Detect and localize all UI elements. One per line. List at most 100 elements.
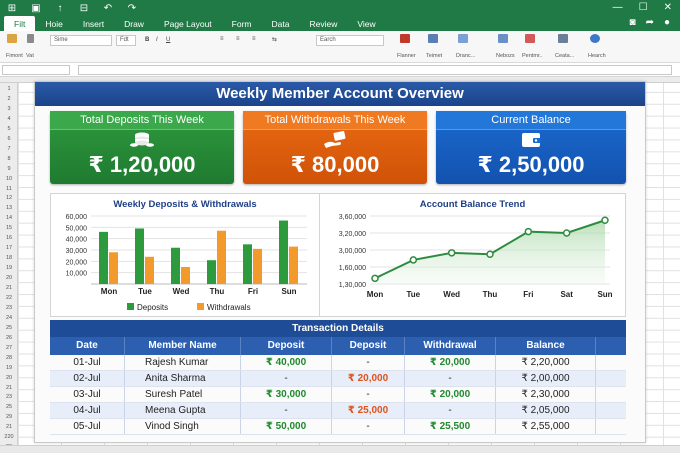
row-number[interactable]: 16 — [0, 235, 18, 241]
undo-icon[interactable]: ↶ — [102, 3, 114, 14]
cell-name[interactable]: Suresh Patel — [125, 387, 241, 402]
row-number[interactable]: 20 — [0, 275, 18, 281]
tab-filt[interactable]: Filt — [4, 16, 36, 31]
align-left-icon[interactable]: ≡ — [220, 36, 224, 42]
cell-name[interactable]: Meena Gupta — [125, 403, 241, 418]
table-row[interactable]: 03-Jul Suresh Patel ₹ 30,000- ₹ 20,000 ₹ 2,3… — [50, 387, 626, 403]
tab-page-layout[interactable]: Page Layout — [154, 16, 222, 31]
table-format-icon[interactable] — [428, 34, 438, 45]
insert-cells-icon[interactable] — [498, 34, 508, 45]
row-number[interactable]: 3 — [0, 106, 18, 112]
row-number[interactable]: 15 — [0, 225, 18, 231]
row-number[interactable]: 21 — [0, 285, 18, 291]
row-number[interactable]: 2 — [0, 96, 18, 102]
row-number[interactable]: 12 — [0, 195, 18, 201]
cell-withdrawal[interactable]: - — [405, 371, 496, 386]
row-number[interactable]: 23 — [0, 305, 18, 311]
row-number[interactable]: 25 — [0, 404, 18, 410]
close-icon[interactable]: ✕ — [664, 2, 672, 13]
header-deposit-2[interactable]: Deposit — [332, 337, 405, 355]
format-painter-icon[interactable] — [27, 34, 34, 45]
underline-icon[interactable]: U — [166, 37, 170, 43]
cell-empty[interactable] — [596, 419, 626, 434]
cell-date[interactable]: 05-Jul — [50, 419, 125, 434]
cell-name[interactable]: Vinod Singh — [125, 419, 241, 434]
row-number[interactable]: 8 — [0, 156, 18, 162]
row-number[interactable]: 6 — [0, 136, 18, 142]
table-row[interactable]: 05-Jul Vinod Singh ₹ 50,000- ₹ 25,500 ₹ 2,55… — [50, 419, 626, 435]
tab-form[interactable]: Form — [222, 16, 262, 31]
grid-icon[interactable]: ⊟ — [78, 3, 90, 14]
table-row[interactable]: 02-Jul Anita Sharma - ₹ 20,000- ₹ 2,00,000 — [50, 371, 626, 387]
cell-balance[interactable]: ₹ 2,55,000 — [496, 419, 596, 434]
cell-deposit2[interactable]: - — [332, 387, 405, 402]
header-deposit[interactable]: Deposit — [241, 337, 332, 355]
cell-deposit[interactable]: - — [241, 403, 332, 418]
cell-deposit[interactable]: ₹ 50,000 — [241, 419, 332, 434]
maximize-icon[interactable]: ☐ — [639, 2, 648, 13]
row-number[interactable]: 21 — [0, 424, 18, 430]
format-cells-icon[interactable] — [558, 34, 568, 45]
row-number[interactable]: 27 — [0, 345, 18, 351]
formula-input[interactable] — [78, 65, 672, 75]
row-number[interactable]: 20 — [0, 375, 18, 381]
paste-icon[interactable] — [7, 34, 17, 45]
row-number[interactable]: 5 — [0, 126, 18, 132]
comments-icon[interactable]: ◙ — [630, 17, 636, 28]
row-number[interactable]: 4 — [0, 116, 18, 122]
delete-cells-icon[interactable] — [525, 34, 535, 45]
font-size-select[interactable]: Fdt — [116, 35, 136, 46]
row-number[interactable]: 220 — [0, 434, 18, 440]
cell-deposit[interactable]: ₹ 40,000 — [241, 355, 332, 370]
row-number[interactable]: 11 — [0, 186, 18, 192]
cell-deposit2[interactable]: - — [332, 355, 405, 370]
find-icon[interactable] — [590, 34, 600, 45]
cell-date[interactable]: 02-Jul — [50, 371, 125, 386]
cell-deposit2[interactable]: - — [332, 419, 405, 434]
row-number[interactable]: 14 — [0, 215, 18, 221]
row-number[interactable]: 22 — [0, 295, 18, 301]
user-icon[interactable]: ● — [664, 17, 670, 28]
bold-icon[interactable]: B — [145, 37, 149, 43]
header-date[interactable]: Date — [50, 337, 125, 355]
cell-deposit[interactable]: ₹ 30,000 — [241, 387, 332, 402]
row-number[interactable]: 19 — [0, 365, 18, 371]
table-row[interactable]: 04-Jul Meena Gupta - ₹ 25,000- ₹ 2,05,000 — [50, 403, 626, 419]
row-number[interactable]: 21 — [0, 385, 18, 391]
cell-name[interactable]: Rajesh Kumar — [125, 355, 241, 370]
conditional-format-icon[interactable] — [400, 34, 410, 45]
tab-review[interactable]: Review — [299, 16, 347, 31]
cell-empty[interactable] — [596, 371, 626, 386]
row-number[interactable]: 29 — [0, 414, 18, 420]
cell-empty[interactable] — [596, 387, 626, 402]
cell-styles-icon[interactable] — [458, 34, 468, 45]
cell-balance[interactable]: ₹ 2,20,000 — [496, 355, 596, 370]
align-center-icon[interactable]: ≡ — [236, 36, 240, 42]
cell-balance[interactable]: ₹ 2,00,000 — [496, 371, 596, 386]
row-number[interactable]: 13 — [0, 205, 18, 211]
row-number[interactable]: 24 — [0, 315, 18, 321]
cell-date[interactable]: 01-Jul — [50, 355, 125, 370]
cell-withdrawal[interactable]: ₹ 20,000 — [405, 387, 496, 402]
cell-date[interactable]: 03-Jul — [50, 387, 125, 402]
redo-icon[interactable]: ↷ — [126, 3, 138, 14]
row-number[interactable]: 10 — [0, 176, 18, 182]
windows-icon[interactable]: ⊞ — [6, 3, 18, 14]
cell-withdrawal[interactable]: ₹ 25,500 — [405, 419, 496, 434]
cell-empty[interactable] — [596, 355, 626, 370]
cell-date[interactable]: 04-Jul — [50, 403, 125, 418]
table-row[interactable]: 01-Jul Rajesh Kumar ₹ 40,000- ₹ 20,000 ₹ 2,2… — [50, 355, 626, 371]
name-box[interactable] — [2, 65, 70, 75]
cell-withdrawal[interactable]: - — [405, 403, 496, 418]
row-number[interactable]: 17 — [0, 245, 18, 251]
row-number[interactable]: 25 — [0, 325, 18, 331]
header-withdrawal[interactable]: Withdrawal — [405, 337, 496, 355]
row-number[interactable]: 23 — [0, 394, 18, 400]
number-format-select[interactable]: Earch — [316, 35, 384, 46]
cell-balance[interactable]: ₹ 2,05,000 — [496, 403, 596, 418]
row-number[interactable]: 18 — [0, 255, 18, 261]
italic-icon[interactable]: I — [156, 37, 158, 43]
row-number[interactable]: 19 — [0, 265, 18, 271]
cell-withdrawal[interactable]: ₹ 20,000 — [405, 355, 496, 370]
minimize-icon[interactable]: — — [613, 2, 623, 13]
